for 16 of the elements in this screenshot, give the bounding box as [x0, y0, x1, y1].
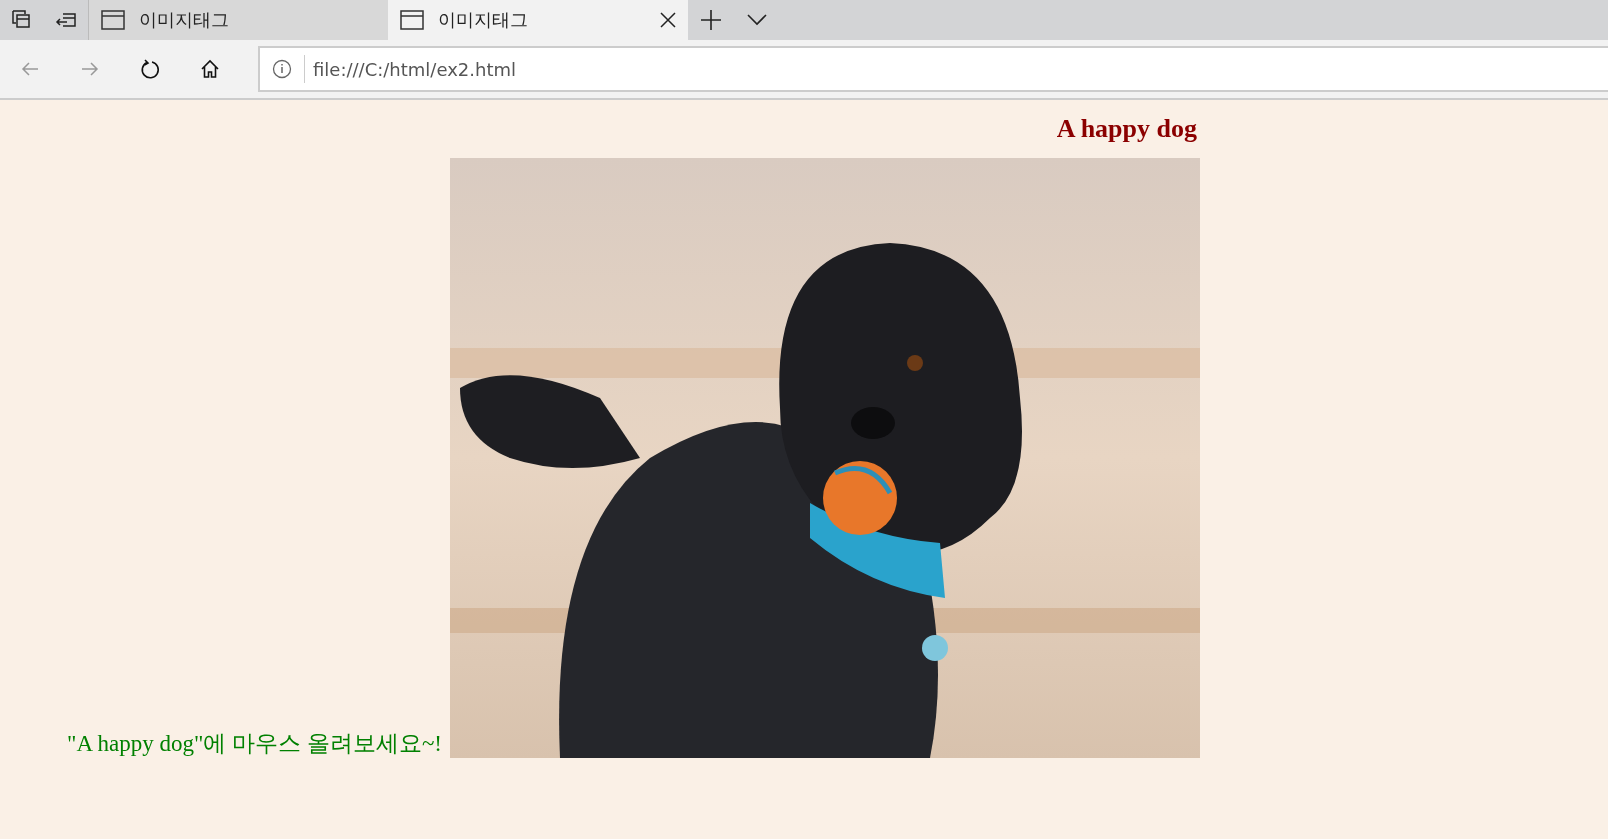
browser-tab[interactable]: 이미지태그 [388, 0, 688, 40]
caption-text: "A happy dog"에 마우스 올려보세요~! [67, 730, 442, 758]
info-icon[interactable] [272, 59, 292, 79]
refresh-icon[interactable] [138, 58, 162, 80]
page-heading: A happy dog [1056, 114, 1197, 144]
close-icon[interactable] [660, 12, 676, 28]
tab-title: 이미지태그 [438, 8, 529, 32]
page-icon [400, 10, 424, 30]
browser-tab[interactable]: 이미지태그 [88, 0, 388, 40]
tab-title: 이미지태그 [139, 8, 230, 32]
address-bar[interactable]: file:///C:/html/ex2.html [258, 46, 1608, 92]
page-icon [101, 10, 125, 30]
chevron-down-icon[interactable] [747, 14, 767, 26]
new-tab-icon[interactable] [700, 9, 722, 31]
tab-aside-icon[interactable] [55, 11, 77, 29]
tabs-icon[interactable] [11, 9, 33, 31]
